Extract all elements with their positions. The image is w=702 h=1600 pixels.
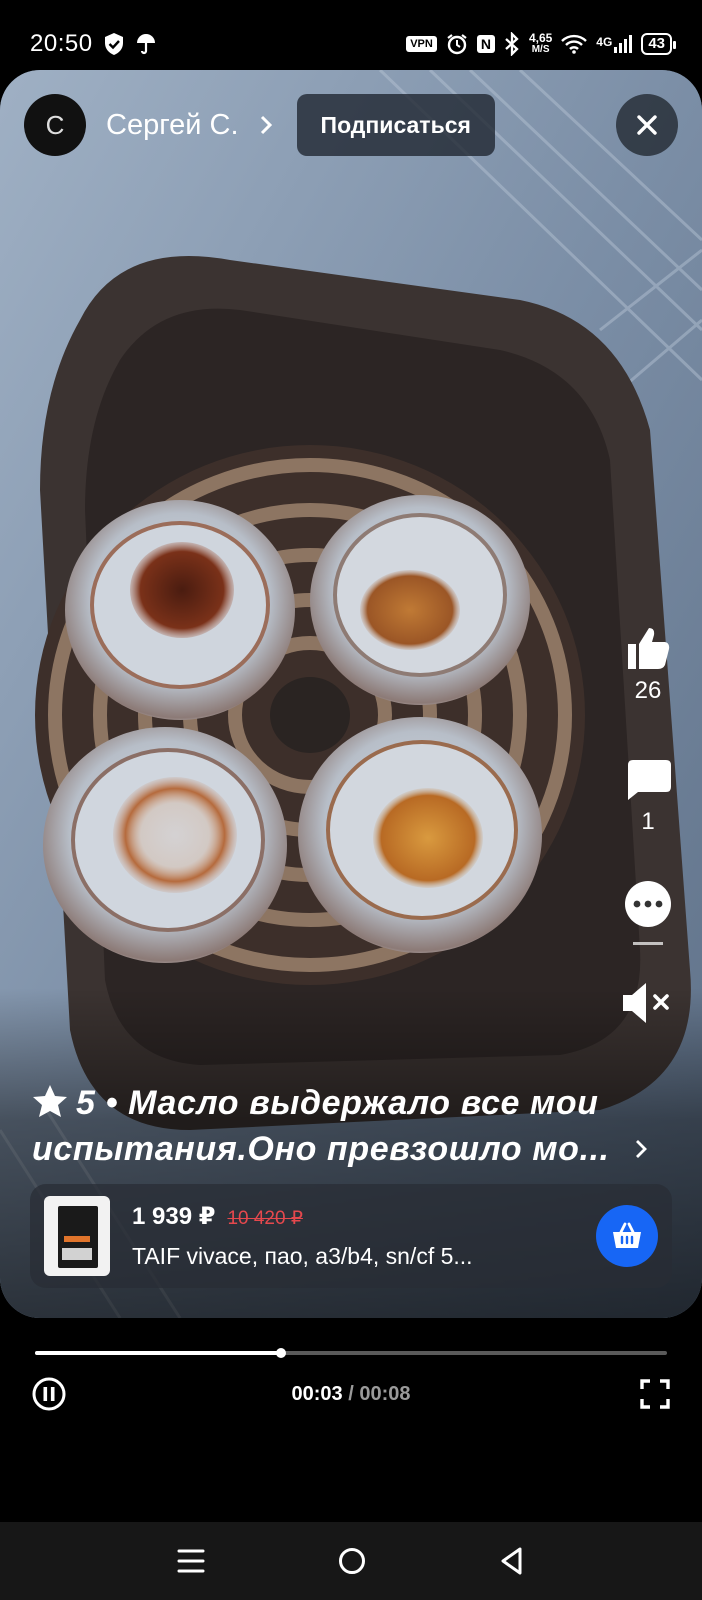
- battery-indicator: 43: [641, 33, 676, 55]
- product-thumbnail: [44, 1196, 110, 1276]
- status-time: 20:50: [30, 30, 93, 57]
- comment-action[interactable]: 1: [622, 758, 674, 836]
- speed-unit: M/S: [531, 44, 550, 55]
- author-name[interactable]: Сергей С.: [106, 109, 239, 142]
- likes-count: 26: [634, 677, 662, 704]
- seek-bar-fill: [35, 1351, 282, 1355]
- umbrella-icon: [136, 34, 155, 55]
- add-to-cart-button[interactable]: [596, 1205, 658, 1267]
- player-controls: 00:03 / 00:08: [32, 1374, 670, 1414]
- more-button[interactable]: [622, 880, 674, 928]
- star-icon: [33, 1085, 67, 1117]
- back-icon[interactable]: [499, 1546, 525, 1576]
- more-icon: [625, 881, 671, 927]
- comments-count: 1: [641, 808, 655, 835]
- home-icon[interactable]: [338, 1547, 366, 1575]
- vpn-badge: VPN: [406, 36, 437, 52]
- chevron-right-icon[interactable]: [259, 113, 273, 137]
- chevron-right-icon[interactable]: [634, 1138, 648, 1160]
- subscribe-button[interactable]: Подписаться: [296, 94, 495, 156]
- close-button[interactable]: [616, 94, 678, 156]
- network-speed: 4,65 M/S: [529, 32, 552, 56]
- rating-value: 5: [76, 1084, 96, 1122]
- navigation-bar: [0, 1522, 702, 1600]
- mute-button[interactable]: [622, 980, 674, 1026]
- current-time: 00:03: [291, 1382, 343, 1405]
- caption-line-1: Масло выдержало все мои: [128, 1084, 599, 1122]
- wifi-icon: [561, 34, 588, 54]
- alarm-icon: [447, 34, 467, 55]
- nfc-icon: N: [476, 35, 495, 53]
- caption-separator: •: [105, 1084, 119, 1122]
- seek-bar[interactable]: [35, 1348, 667, 1358]
- shield-check-icon: [104, 33, 123, 55]
- volume-muted-icon: [623, 983, 669, 1023]
- video-player[interactable]: С Сергей С. Подписаться 26 1 5 • Масло в…: [0, 70, 702, 1318]
- video-caption[interactable]: 5 • Масло выдержало все мои испытания.Он…: [32, 1080, 652, 1172]
- playback-time: 00:03 / 00:08: [32, 1383, 670, 1406]
- product-price: 1 939 ₽: [132, 1203, 216, 1230]
- duration: 00:08: [359, 1382, 411, 1405]
- signal-icon: 4G: [596, 35, 633, 53]
- bluetooth-icon: [505, 32, 519, 56]
- speed-value: 4,65: [528, 31, 553, 45]
- thumbs-up-icon: [628, 628, 670, 669]
- divider: [622, 942, 674, 945]
- menu-icon[interactable]: [177, 1548, 205, 1574]
- close-icon: [637, 115, 657, 135]
- product-old-price: 10 420 ₽: [227, 1208, 303, 1229]
- product-card[interactable]: 1 939 ₽ 10 420 ₽ TAIF vivace, пао, а3/b4…: [30, 1184, 672, 1288]
- caption-line-2: испытания.Оно превзошло мо...: [32, 1130, 610, 1168]
- like-action[interactable]: 26: [622, 625, 674, 705]
- product-name: TAIF vivace, пао, а3/b4, sn/cf 5...: [132, 1243, 473, 1269]
- network-type: 4G: [596, 35, 613, 49]
- video-header: С Сергей С. Подписаться: [24, 94, 678, 156]
- basket-icon: [613, 1222, 641, 1248]
- time-separator: /: [348, 1382, 354, 1405]
- comment-icon: [628, 760, 671, 800]
- avatar[interactable]: С: [24, 94, 86, 156]
- seek-bar-handle[interactable]: [276, 1348, 287, 1358]
